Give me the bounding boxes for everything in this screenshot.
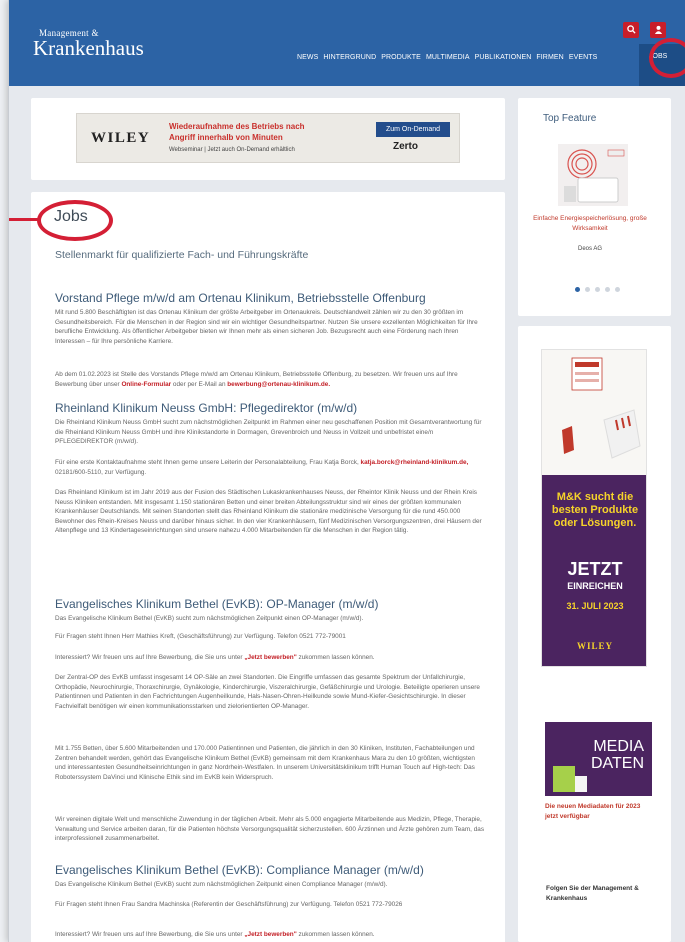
nav-news[interactable]: NEWS <box>297 54 318 61</box>
carousel-dot[interactable] <box>615 287 620 292</box>
banner-subline: Webseminar | Jetzt auch On-Demand erhält… <box>169 147 295 153</box>
follow-text: Folgen Sie der Management & Krankenhaus <box>546 885 639 902</box>
job-3-apply-link[interactable]: „Jetzt bewerben" <box>244 654 296 661</box>
nav-firmen[interactable]: FIRMEN <box>536 54 563 61</box>
feature-image[interactable] <box>558 144 628 206</box>
job-2-intro: Die Rheinland Klinikum Neuss GmbH sucht … <box>55 419 482 446</box>
ad-brand: WILEY <box>576 641 613 651</box>
top-feature-title: Top Feature <box>543 113 597 124</box>
job-2-email-link[interactable]: katja.borck@rheinland-klinikum.de, <box>361 459 469 466</box>
browser-viewport: Management & Krankenhaus NEWS HINTERGRUN… <box>8 0 685 942</box>
job-2-contact: Für eine erste Kontaktaufnahme steht Ihn… <box>55 459 469 476</box>
ad-purple-panel: M&K sucht die besten Produkte oder Lösun… <box>542 475 646 666</box>
job-4-apply-link[interactable]: „Jetzt bewerben" <box>244 931 296 938</box>
job-title-3[interactable]: Evangelisches Klinikum Bethel (EvKB): OP… <box>55 597 378 611</box>
job-1-email-link[interactable]: bewerbung@ortenau-klinikum.de. <box>227 381 330 388</box>
carousel-dot[interactable] <box>605 287 610 292</box>
highlight-ring-jobs-title <box>37 200 113 241</box>
mediadaten-banner[interactable]: MEDIA DATEN <box>545 722 652 796</box>
main-nav: NEWS HINTERGRUND PRODUKTE MULTIMEDIA PUB… <box>297 54 597 61</box>
mediadaten-label: MEDIA DATEN <box>590 738 644 772</box>
nav-hintergrund[interactable]: HINTERGRUND <box>323 54 376 61</box>
job-3-about: Mit 1.755 Betten, über 5.600 Mitarbeiten… <box>55 745 475 781</box>
banner-on-demand-button[interactable]: Zum On-Demand <box>376 122 450 137</box>
job-title-1[interactable]: Vorstand Pflege m/w/d am Ortenau Kliniku… <box>55 291 426 305</box>
nav-publikationen[interactable]: PUBLIKATIONEN <box>475 54 532 61</box>
job-2-about: Das Rheinland Klinikum ist im Jahr 2019 … <box>55 489 482 535</box>
ad-deadline: 31. JULI 2023 <box>566 601 624 611</box>
highlight-ring-jobs-tab <box>649 38 685 78</box>
site-logo[interactable]: Krankenhaus <box>33 36 144 61</box>
job-3-apply: Interessiert? Wir freuen uns auf Ihre Be… <box>55 654 375 661</box>
banner-headline-1: Wiederaufnahme des Betriebs nach <box>169 122 305 131</box>
search-icon[interactable] <box>623 22 639 38</box>
user-icon[interactable] <box>650 22 666 38</box>
job-4-apply: Interessiert? Wir freuen uns auf Ihre Be… <box>55 931 375 938</box>
job-3-values: Wir vereinen digitale Welt und menschlic… <box>55 816 485 843</box>
job-title-4[interactable]: Evangelisches Klinikum Bethel (EvKB): Co… <box>55 863 424 877</box>
ad-headline: M&K sucht die besten Produkte oder Lösun… <box>551 491 639 529</box>
job-4-contact: Für Fragen steht Ihnen Frau Sandra Machi… <box>55 901 403 908</box>
nav-produkte[interactable]: PRODUKTE <box>381 54 421 61</box>
carousel-dot[interactable] <box>595 287 600 292</box>
nav-events[interactable]: EVENTS <box>569 54 598 61</box>
carousel-dot-active[interactable] <box>575 287 580 292</box>
job-3-department: Der Zentral-OP des EvKB umfasst insgesam… <box>55 674 480 710</box>
top-feature-card <box>518 98 671 316</box>
ad-jetzt: JETZT <box>567 559 623 579</box>
banner-headline-2: Angriff innerhalb von Minuten <box>169 133 283 142</box>
job-title-2[interactable]: Rheinland Klinikum Neuss GmbH: Pflegedir… <box>55 401 357 415</box>
ad-einreichen: EINREICHEN <box>567 581 623 591</box>
site-header: Management & Krankenhaus NEWS HINTERGRUN… <box>9 0 685 86</box>
job-1-form-link[interactable]: Online-Formular <box>121 381 171 388</box>
job-3-intro: Das Evangelische Klinikum Bethel (EvKB) … <box>55 615 364 622</box>
wiley-webinar-banner[interactable]: WILEY Wiederaufnahme des Betriebs nach A… <box>76 113 460 163</box>
job-3-contact: Für Fragen steht Ihnen Herr Mathies Kref… <box>55 633 346 640</box>
job-1-apply: Ab dem 01.02.2023 ist Stelle des Vorstan… <box>55 371 458 388</box>
carousel-dots <box>575 287 620 292</box>
highlight-pointer-line <box>9 218 39 221</box>
carousel-dot[interactable] <box>585 287 590 292</box>
banner-partner-logo: Zerto <box>393 141 418 152</box>
mk-award-ad[interactable]: M&K sucht die besten Produkte oder Lösun… <box>541 349 647 667</box>
mediadaten-caption[interactable]: Die neuen Mediadaten für 2023 jetzt verf… <box>545 802 652 822</box>
nav-multimedia[interactable]: MULTIMEDIA <box>426 54 470 61</box>
page-subtitle: Stellenmarkt für qualifizierte Fach- und… <box>55 249 309 261</box>
banner-brand: WILEY <box>91 130 151 146</box>
feature-caption[interactable]: Einfache Energiespeicherlösung, große Wi… <box>529 214 651 234</box>
ad-award-visual <box>542 350 646 475</box>
job-1-intro: Mit rund 5.800 Beschäftigten ist das Ort… <box>55 309 478 345</box>
feature-author: Deos AG <box>577 246 602 252</box>
job-4-intro: Das Evangelische Klinikum Bethel (EvKB) … <box>55 881 388 888</box>
